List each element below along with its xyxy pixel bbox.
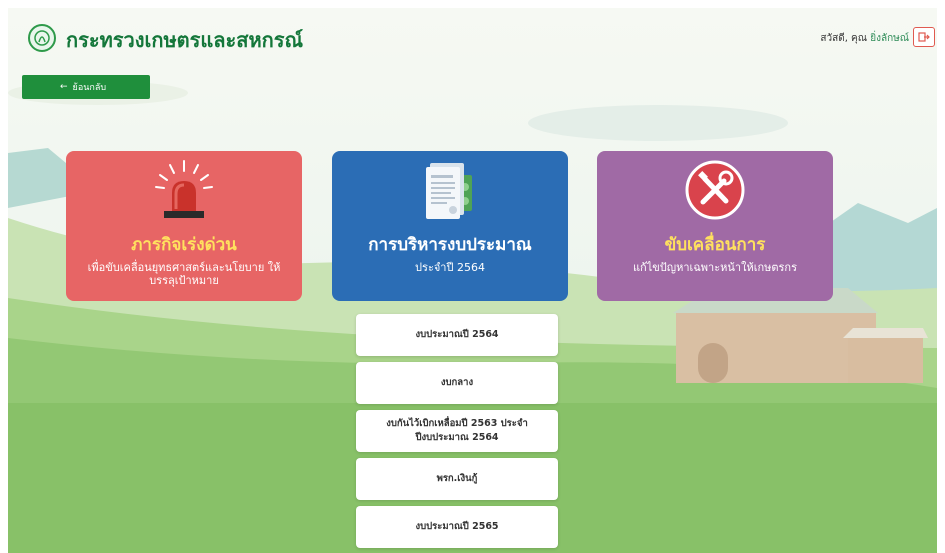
back-button-label: ย้อนกลับ: [72, 83, 107, 93]
back-button[interactable]: ← ย้อนกลับ: [22, 75, 150, 99]
card-subtitle: เพื่อขับเคลื่อนยุทธศาสตร์และนโยบาย ให้บร…: [87, 261, 281, 287]
card-title: ขับเคลื่อนการ: [664, 235, 766, 255]
siren-icon: [155, 160, 213, 218]
budget-menu: งบประมาณปี 2564 งบกลาง งบกันไว้เบิกเหลื่…: [356, 314, 558, 553]
top-header: กระทรวงเกษตรและสหกรณ์ สวัสดี, คุณ ยิ่งลั…: [8, 8, 937, 64]
card-subtitle: ประจำปี 2564: [415, 261, 485, 274]
card-budget-management[interactable]: การบริหารงบประมาณ ประจำปี 2564: [332, 151, 568, 301]
tools-icon: [685, 160, 745, 220]
card-title: การบริหารงบประมาณ: [368, 235, 532, 255]
menu-item-loan-decree[interactable]: พรก.เงินกู้: [356, 458, 558, 500]
menu-item-carryover-budget[interactable]: งบกันไว้เบิกเหลื่อมปี 2563 ประจำปีงบประม…: [356, 410, 558, 452]
menu-item-central-budget[interactable]: งบกลาง: [356, 362, 558, 404]
greeting-text: สวัสดี, คุณ: [820, 33, 868, 44]
menu-item-budget-2565[interactable]: งบประมาณปี 2565: [356, 506, 558, 548]
user-name[interactable]: ยิ่งลักษณ์: [870, 33, 909, 44]
arrow-left-icon: ←: [60, 82, 68, 92]
card-subtitle: แก้ไขปัญหาเฉพาะหน้าให้เกษตรกร: [632, 261, 798, 274]
app-frame: กระทรวงเกษตรและสหกรณ์ สวัสดี, คุณ ยิ่งลั…: [8, 8, 937, 553]
logout-button[interactable]: [913, 27, 935, 47]
budget-document-icon: [426, 163, 472, 219]
ministry-title: กระทรวงเกษตรและสหกรณ์: [66, 28, 304, 52]
card-title: ภารกิจเร่งด่วน: [131, 235, 237, 255]
card-urgent-mission[interactable]: ภารกิจเร่งด่วน เพื่อขับเคลื่อนยุทธศาสตร์…: [66, 151, 302, 301]
menu-item-budget-2564[interactable]: งบประมาณปี 2564: [356, 314, 558, 356]
ministry-logo-icon: [28, 24, 56, 52]
user-greeting: สวัสดี, คุณ ยิ่งลักษณ์: [820, 31, 909, 46]
logout-icon: [918, 32, 930, 42]
card-drive-operations[interactable]: ขับเคลื่อนการ แก้ไขปัญหาเฉพาะหน้าให้เกษต…: [597, 151, 833, 301]
